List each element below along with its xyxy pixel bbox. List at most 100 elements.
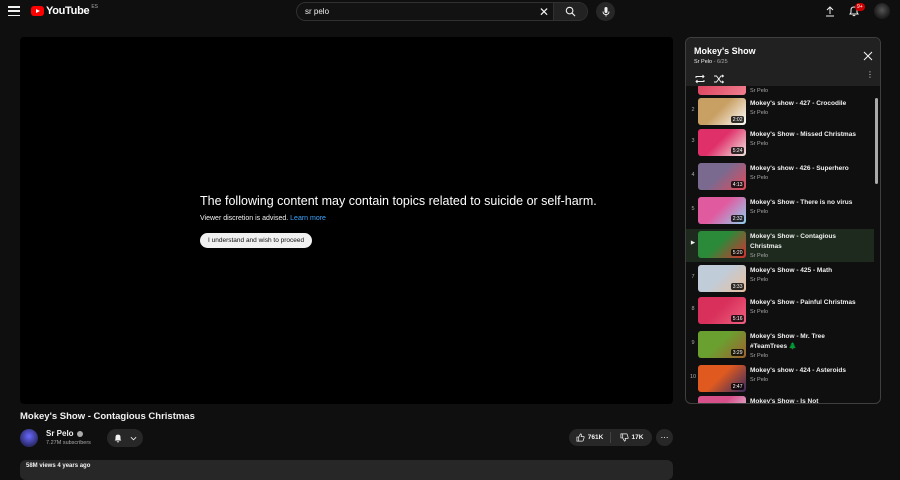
video-duration: 4:13 — [731, 181, 744, 188]
playlist-item[interactable]: Mokey's Show - Is Not — [686, 394, 874, 403]
playlist-item[interactable]: 4 4:13 Mokey's show - 426 - Superhero Sr Pe… — [686, 161, 874, 194]
microphone-icon — [602, 6, 609, 16]
thumbs-down-icon — [620, 433, 629, 442]
video-title[interactable]: Mokey's Show - Contagious Christmas — [750, 232, 862, 252]
close-icon[interactable]: ✕ — [535, 3, 553, 20]
playlist-item[interactable]: ▶ 5:20 Mokey's Show - Contagious Christmas… — [686, 229, 874, 262]
playlist-title[interactable]: Mokey's Show — [694, 46, 756, 56]
search-button[interactable] — [553, 3, 587, 20]
channel-name[interactable]: Sr Pelo — [46, 429, 74, 438]
chevron-down-icon — [130, 436, 137, 440]
video-duration: 2:47 — [731, 383, 744, 390]
video-thumbnail: 5:24 — [698, 129, 746, 156]
video-title[interactable]: Mokey's Show - Is Not — [750, 397, 862, 403]
search-input[interactable] — [297, 7, 535, 16]
video-title[interactable]: Mokey's show - 426 - Superhero — [750, 164, 862, 174]
video-channel: Sr Pelo — [750, 209, 769, 215]
playlist-scrollbar[interactable] — [875, 98, 878, 184]
playlist-item[interactable]: 7 3:33 Mokey's Show - 425 - Math Sr Pelo — [686, 263, 874, 296]
playlist-index: 3 — [691, 138, 695, 144]
loop-icon — [695, 74, 705, 84]
logo-country: ES — [91, 4, 98, 10]
video-thumbnail: 2:02 — [698, 98, 746, 125]
video-title[interactable]: Mokey's Show - Missed Christmas — [750, 130, 862, 140]
warning-subtitle: Viewer discretion is advised. Learn more — [200, 215, 620, 222]
verified-icon — [76, 430, 83, 437]
search-bar: ✕ — [296, 2, 588, 21]
content-warning: The following content may contain topics… — [200, 194, 620, 248]
video-title[interactable]: Mokey's Show - There is no virus — [750, 198, 862, 208]
video-channel: Sr Pelo — [750, 309, 769, 315]
now-playing-icon: ▶ — [690, 240, 696, 246]
video-player[interactable]: The following content may contain topics… — [20, 37, 673, 404]
like-count: 761K — [587, 434, 604, 441]
like-button[interactable]: 761K — [569, 432, 611, 443]
warning-advice: Viewer discretion is advised. — [200, 215, 289, 222]
playlist-index: 9 — [691, 340, 695, 346]
video-thumbnail: 5:16 — [698, 297, 746, 324]
channel-avatar[interactable] — [20, 429, 38, 447]
playlist-index: 4 — [691, 172, 695, 178]
video-channel: Sr Pelo — [750, 353, 769, 359]
video-duration: 2:32 — [731, 215, 744, 222]
playlist-item[interactable]: 10 2:47 Mokey's show - 424 - Asteroids Sr P… — [686, 363, 874, 396]
video-duration: 3:29 — [731, 349, 744, 356]
description-box[interactable] — [20, 460, 673, 480]
playlist-index: 10 — [689, 374, 697, 380]
playlist-item[interactable]: 3 5:24 Mokey's Show - Missed Christmas Sr P… — [686, 127, 874, 160]
video-title[interactable]: Mokey's Show - Mr. Tree #TeamTrees 🌲 — [750, 332, 862, 352]
subscription-bell-button[interactable] — [107, 429, 143, 447]
more-actions-button[interactable]: ⋯ — [656, 429, 673, 446]
playlist-meta: Sr Pelo - 6/25 — [694, 59, 728, 65]
loop-button[interactable] — [694, 71, 706, 84]
dislike-button[interactable]: 17K — [611, 433, 652, 442]
channel-name-row[interactable]: Sr Pelo — [46, 429, 83, 438]
playlist-item[interactable]: 9 3:29 Mokey's Show - Mr. Tree #TeamTrees … — [686, 329, 874, 362]
search-icon — [565, 6, 576, 17]
bell-icon — [114, 434, 122, 443]
video-duration: 5:16 — [731, 315, 744, 322]
thumbs-up-icon — [576, 433, 585, 442]
youtube-logo[interactable]: YouTube ES — [31, 4, 98, 17]
playlist-index: 8 — [691, 306, 695, 312]
top-bar: YouTube ES ✕ 9+ — [0, 0, 900, 24]
logo-text: YouTube — [46, 5, 90, 17]
video-thumbnail: 4:13 — [698, 163, 746, 190]
youtube-play-icon — [31, 6, 44, 16]
video-duration: 5:24 — [731, 147, 744, 154]
video-channel: Sr Pelo — [750, 277, 769, 283]
menu-icon[interactable] — [8, 5, 20, 17]
video-thumbnail — [698, 396, 746, 403]
video-channel: Sr Pelo — [750, 175, 769, 181]
user-avatar[interactable] — [874, 3, 890, 19]
playlist-item[interactable]: 5 2:32 Mokey's Show - There is no virus Sr … — [686, 195, 874, 228]
video-thumbnail: 3:29 — [698, 331, 746, 358]
shuffle-button[interactable] — [713, 71, 725, 84]
video-thumbnail: 3:33 — [698, 265, 746, 292]
close-playlist-button[interactable] — [862, 49, 874, 61]
description-preview: 58M views 4 years ago — [26, 463, 91, 469]
upload-button[interactable] — [823, 4, 837, 18]
video-thumbnail — [698, 86, 746, 95]
playlist-more-button[interactable]: ⋮ — [866, 70, 874, 79]
video-thumbnail: 2:47 — [698, 365, 746, 392]
playlist-item[interactable]: 2 2:02 Mokey's show - 427 - Crocodile Sr Pe… — [686, 96, 874, 129]
video-title[interactable]: Mokey's show - 427 - Crocodile — [750, 99, 862, 109]
video-title: Mokey's Show - Contagious Christmas — [20, 411, 195, 422]
playlist-item[interactable]: 8 5:16 Mokey's Show - Painful Christmas Sr … — [686, 295, 874, 328]
proceed-button[interactable]: I understand and wish to proceed — [200, 233, 313, 248]
voice-search-button[interactable] — [596, 2, 615, 21]
video-title[interactable]: Mokey's Show - Painful Christmas — [750, 298, 862, 308]
video-title[interactable]: Mokey's show - 424 - Asteroids — [750, 366, 862, 376]
notification-badge: 9+ — [855, 3, 865, 11]
video-channel: Sr Pelo — [750, 88, 769, 94]
upload-icon — [826, 5, 834, 16]
dislike-count: 17K — [631, 434, 644, 441]
learn-more-link[interactable]: Learn more — [290, 215, 326, 222]
like-dislike-group: 761K 17K — [569, 429, 652, 446]
video-title[interactable]: Mokey's Show - 425 - Math — [750, 266, 862, 276]
close-icon — [863, 51, 873, 61]
playlist-index: 7 — [691, 274, 695, 280]
playlist-header: Mokey's Show Sr Pelo - 6/25 ⋮ — [686, 38, 880, 86]
playlist-owner[interactable]: Sr Pelo — [694, 59, 712, 65]
